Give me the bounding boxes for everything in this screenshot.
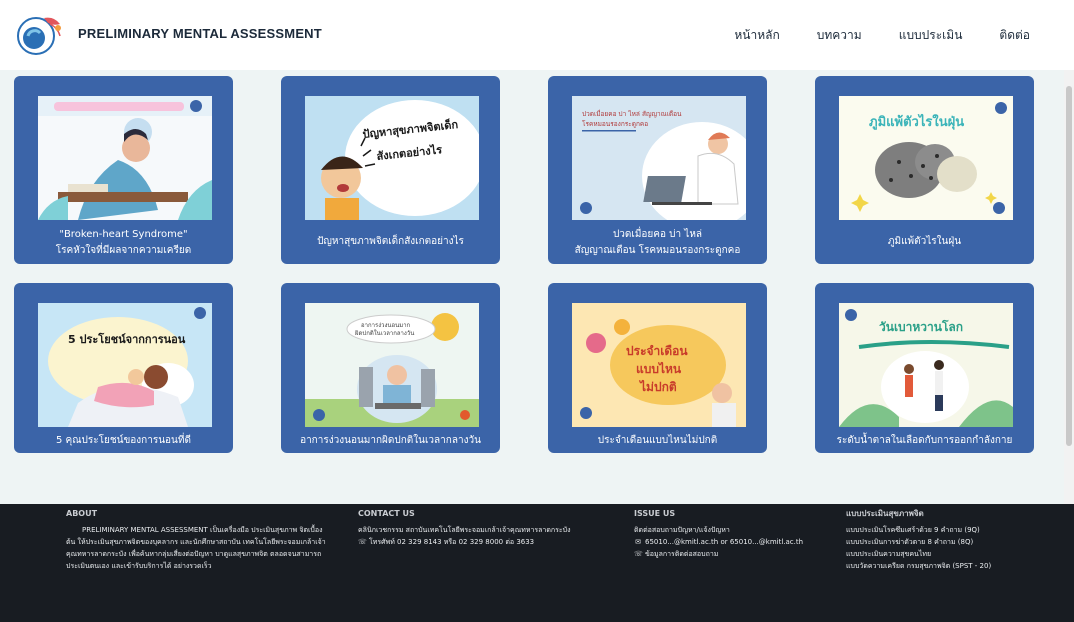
article-grid: "Broken-heart Syndrome" โรคหัวใจที่มีผลจ… bbox=[0, 70, 1064, 504]
article-thumbnail: ปวดเมื่อยคอ บ่า ไหล่ สัญญาณเตือน โรคหมอน… bbox=[572, 96, 746, 220]
svg-text:ปวดเมื่อยคอ บ่า ไหล่ สัญญาณเตื: ปวดเมื่อยคอ บ่า ไหล่ สัญญาณเตือน bbox=[582, 109, 682, 118]
brand-title: PRELIMINARY MENTAL ASSESSMENT bbox=[78, 26, 322, 41]
card-title-line1: 5 คุณประโยชน์ของการนอนที่ดี bbox=[56, 435, 191, 446]
card-title-line1: ปวดเมื่อยคอ บ่า ไหล่ bbox=[612, 229, 703, 240]
email-icon: ✉ bbox=[635, 538, 641, 546]
svg-text:โรคหมอนรองกระดูกคอ: โรคหมอนรองกระดูกคอ bbox=[582, 120, 648, 128]
article-thumbnail: ประจำเดือน แบบไหน ไม่ปกติ bbox=[572, 303, 746, 427]
card-title-line1: ประจำเดือนแบบไหนไม่ปกติ bbox=[597, 435, 718, 446]
svg-text:ไม่ปกติ: ไม่ปกติ bbox=[638, 379, 677, 394]
article-thumbnail bbox=[38, 96, 212, 220]
main-nav: หน้าหลัก บทความ แบบประเมิน ติดต่อ bbox=[697, 26, 1030, 45]
footer-assess-link[interactable]: แบบประเมินโรคซึมเศร้าด้วย 9 คำถาม (9Q) bbox=[846, 524, 1056, 536]
article-card[interactable]: 5 ประโยชน์จากการนอน 5 คุณประโยชน์ของการน… bbox=[14, 283, 233, 453]
footer-issue-text: ติดต่อสอบถามปัญหา/แจ้งปัญหา bbox=[634, 526, 730, 534]
nav-assessment-link[interactable]: แบบประเมิน bbox=[899, 26, 963, 45]
card-title-line2: โรคหัวใจที่มีผลจากความเครียด bbox=[55, 245, 192, 256]
footer-about: ABOUT PRELIMINARY MENTAL ASSESSMENT เป็น… bbox=[66, 509, 326, 572]
card-title-line1: "Broken-heart Syndrome" bbox=[59, 229, 188, 240]
article-card[interactable]: "Broken-heart Syndrome" โรคหัวใจที่มีผลจ… bbox=[14, 76, 233, 264]
card-title-line1: ภูมิแพ้ตัวไรในฝุ่น bbox=[887, 236, 962, 247]
footer-contact-phone: ☏ โทรศัพท์ 02 329 8143 หรือ 02 329 8000 ต… bbox=[358, 538, 535, 546]
footer-issue: ISSUE US ติดต่อสอบถามปัญหา/แจ้งปัญหา ✉ 65… bbox=[634, 509, 834, 560]
footer-contact: CONTACT US คลินิกเวชกรรม สถาบันเทคโนโลยี… bbox=[358, 509, 608, 548]
footer-issue-email[interactable]: ✉ 65010...@kmitl.ac.th or 65010...@kmitl.… bbox=[634, 536, 834, 548]
article-card[interactable]: วันเบาหวานโลก ระดับน้ำตาลในเลือดกับการออ… bbox=[815, 283, 1034, 453]
page-scrollbar[interactable] bbox=[1064, 70, 1074, 504]
card-caption: ปัญหาสุขภาพจิตเด็กสังเกตอย่างไร bbox=[287, 234, 494, 250]
footer-issue-contact-info[interactable]: ☏ ข้อมูลการติดต่อสอบถาม bbox=[634, 548, 834, 560]
footer-contact-address: คลินิกเวชกรรม สถาบันเทคโนโลยีพระจอมเกล้า… bbox=[358, 526, 571, 534]
article-thumbnail: 5 ประโยชน์จากการนอน bbox=[38, 303, 212, 427]
card-caption: ปวดเมื่อยคอ บ่า ไหล่ สัญญาณเตือน โรคหมอน… bbox=[554, 227, 761, 259]
card-caption: "Broken-heart Syndrome" โรคหัวใจที่มีผลจ… bbox=[20, 227, 227, 259]
svg-text:ผิดปกติในเวลากลางวัน: ผิดปกติในเวลากลางวัน bbox=[355, 329, 415, 337]
svg-text:5 ประโยชน์จากการนอน: 5 ประโยชน์จากการนอน bbox=[68, 332, 186, 346]
svg-text:วันเบาหวานโลก: วันเบาหวานโลก bbox=[879, 319, 963, 334]
nav-articles-link[interactable]: บทความ bbox=[817, 26, 862, 45]
footer-assessments-heading: แบบประเมินสุขภาพจิต bbox=[846, 509, 924, 518]
nav-contact-link[interactable]: ติดต่อ bbox=[999, 26, 1030, 45]
card-title-line1: ปัญหาสุขภาพจิตเด็กสังเกตอย่างไร bbox=[317, 236, 464, 247]
footer-about-heading: ABOUT bbox=[66, 509, 98, 518]
card-caption: อาการง่วงนอนมากผิดปกติในเวลากลางวัน bbox=[287, 433, 494, 449]
top-navbar: PRELIMINARY MENTAL ASSESSMENT หน้าหลัก บ… bbox=[0, 0, 1074, 70]
phone-icon: ☏ bbox=[358, 538, 367, 546]
footer-contact-heading: CONTACT US bbox=[358, 509, 415, 518]
svg-text:ภูมิแพ้ตัวไรในฝุ่น: ภูมิแพ้ตัวไรในฝุ่น bbox=[869, 113, 964, 130]
phone-icon: ☏ bbox=[634, 550, 643, 558]
card-title-line1: ระดับน้ำตาลในเลือดกับการออกกำลังกาย bbox=[836, 435, 1013, 446]
scrollbar-thumb[interactable] bbox=[1066, 86, 1072, 446]
svg-text:อาการง่วงนอนมาก: อาการง่วงนอนมาก bbox=[361, 322, 411, 329]
card-caption: 5 คุณประโยชน์ของการนอนที่ดี bbox=[20, 433, 227, 449]
card-caption: ภูมิแพ้ตัวไรในฝุ่น bbox=[821, 234, 1028, 250]
article-card[interactable]: ปัญหาสุขภาพจิตเด็ก สังเกตอย่างไร ปัญหาสุ… bbox=[281, 76, 500, 264]
article-thumbnail: อาการง่วงนอนมาก ผิดปกติในเวลากลางวัน bbox=[305, 303, 479, 427]
article-card[interactable]: อาการง่วงนอนมาก ผิดปกติในเวลากลางวัน อาก… bbox=[281, 283, 500, 453]
site-logo-icon[interactable] bbox=[14, 10, 68, 60]
site-footer: ABOUT PRELIMINARY MENTAL ASSESSMENT เป็น… bbox=[0, 504, 1074, 622]
card-caption: ระดับน้ำตาลในเลือดกับการออกกำลังกาย bbox=[821, 433, 1028, 449]
footer-about-text: PRELIMINARY MENTAL ASSESSMENT เป็นเครื่อ… bbox=[66, 526, 326, 570]
card-title-line1: อาการง่วงนอนมากผิดปกติในเวลากลางวัน bbox=[300, 435, 481, 446]
card-title-line2: สัญญาณเตือน โรคหมอนรองกระดูกคอ bbox=[574, 245, 741, 256]
article-card[interactable]: ภูมิแพ้ตัวไรในฝุ่น ภูมิแพ้ตัวไรในฝุ่น bbox=[815, 76, 1034, 264]
footer-assessments: แบบประเมินสุขภาพจิต แบบประเมินโรคซึมเศร้… bbox=[846, 509, 1056, 572]
footer-assess-link[interactable]: แบบประเมินการฆ่าตัวตาย 8 คำถาม (8Q) bbox=[846, 536, 1056, 548]
footer-issue-heading: ISSUE US bbox=[634, 509, 676, 518]
article-thumbnail: วันเบาหวานโลก bbox=[839, 303, 1013, 427]
article-thumbnail: ภูมิแพ้ตัวไรในฝุ่น bbox=[839, 96, 1013, 220]
article-card[interactable]: ปวดเมื่อยคอ บ่า ไหล่ สัญญาณเตือน โรคหมอน… bbox=[548, 76, 767, 264]
footer-assess-link[interactable]: แบบวัดความเครียด กรมสุขภาพจิต (SPST - 20… bbox=[846, 560, 1056, 572]
footer-assess-link[interactable]: แบบประเมินความสุขคนไทย bbox=[846, 548, 1056, 560]
article-card[interactable]: ประจำเดือน แบบไหน ไม่ปกติ ประจำเดือนแบบไ… bbox=[548, 283, 767, 453]
card-caption: ประจำเดือนแบบไหนไม่ปกติ bbox=[554, 433, 761, 449]
svg-text:แบบไหน: แบบไหน bbox=[636, 361, 682, 376]
article-thumbnail: ปัญหาสุขภาพจิตเด็ก สังเกตอย่างไร bbox=[305, 96, 479, 220]
svg-text:ประจำเดือน: ประจำเดือน bbox=[626, 344, 688, 358]
nav-home-link[interactable]: หน้าหลัก bbox=[734, 26, 779, 45]
